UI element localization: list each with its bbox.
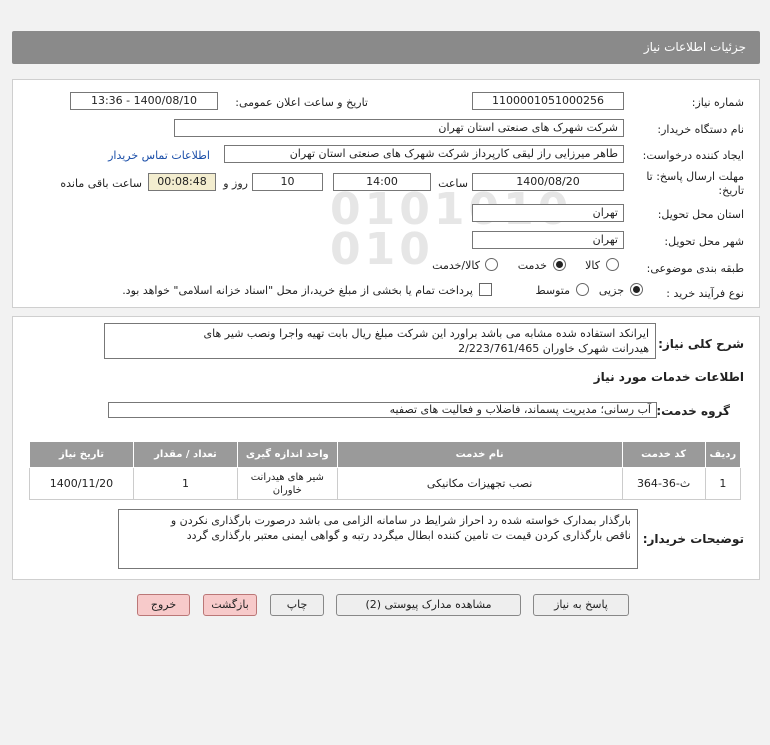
remaining-time-label: ساعت باقی مانده [60,177,142,190]
description-label: شرح کلی نیاز: [658,337,744,351]
category-goods-radio[interactable] [606,258,619,271]
deadline-time-field: 14:00 [333,173,431,191]
treasury-payment-checkbox[interactable] [479,283,492,296]
announce-field: 1400/08/10 - 13:36 [70,92,218,110]
need-number-label: شماره نیاز: [691,96,744,109]
buyer-notes-line-2: ناقص بارگذاری کردن قیمت ت تامین کننده اب… [186,529,631,542]
cell-date: 1400/11/20 [29,467,134,500]
page-header: جزئیات اطلاعات نیاز [12,31,760,64]
remaining-time-field: 00:08:48 [148,173,216,191]
process-medium-radio[interactable] [576,283,589,296]
service-group-label: گروه خدمت: [656,404,730,418]
description-line-2: هیدرانت شهرک خاوران 2/223/761/465 [458,342,649,355]
category-label: طبقه بندی موضوعی: [646,262,744,275]
buyer-org-label: نام دستگاه خریدار: [657,123,744,136]
province-label: استان محل تحویل: [657,208,744,221]
buyer-org-field: شرکت شهرک های صنعتی استان تهران [174,119,624,137]
cell-qty: 1 [132,467,238,500]
process-label: نوع فرآیند خرید : [666,287,744,300]
col-unit: واحد اندازه گیری [236,441,338,468]
process-minor-label: جزیی [598,284,624,297]
buyer-notes-line-1: بارگذار بمدارک خواسته شده رد احراز شرایط… [170,514,631,527]
back-button[interactable]: بازگشت [203,594,257,616]
col-name: نام خدمت [336,441,623,468]
col-date: تاریخ نیاز [29,441,134,468]
cell-unit: شیر های هیدرانت خاوران [236,467,338,500]
cell-code: ث-36-364 [621,467,706,500]
category-goods-service-radio[interactable] [485,258,498,271]
need-number-field: 1100001051000256 [472,92,624,110]
col-code: کد خدمت [621,441,706,468]
province-field: تهران [472,204,624,222]
table-header-row: ردیف کد خدمت نام خدمت واحد اندازه گیری ت… [29,441,742,468]
view-attachments-button[interactable]: مشاهده مدارک پیوستی (2) [336,594,521,616]
category-service-radio[interactable] [553,258,566,271]
deadline-label: مهلت ارسال پاسخ: تا [646,170,744,183]
service-group-field: آب رسانی؛ مدیریت پسماند، فاضلاب و فعالیت… [108,402,657,418]
description-box: ایرانکد استفاده شده مشابه می باشد براورد… [104,323,656,359]
category-service-label: خدمت [517,259,547,272]
days-label: روز و [223,177,248,190]
services-section-title: اطلاعات خدمات مورد نیاز [593,370,744,384]
col-qty: تعداد / مقدار [132,441,238,468]
category-goods-label: کالا [585,259,600,272]
col-row: ردیف [704,441,742,468]
cell-name: نصب تجهیزات مکانیکی [336,467,623,500]
buyer-notes-label: توضیحات خریدار: [642,532,744,546]
deadline-time-label: ساعت [438,177,468,190]
print-button[interactable]: چاپ [270,594,324,616]
buyer-notes-box: بارگذار بمدارک خواسته شده رد احراز شرایط… [118,509,638,569]
reply-button[interactable]: پاسخ به نیاز [533,594,629,616]
creator-label: ایجاد کننده درخواست: [642,149,744,162]
cell-row: 1 [704,467,742,500]
exit-button[interactable]: خروج [137,594,190,616]
treasury-payment-note: پرداخت تمام یا بخشی از مبلغ خرید،از محل … [122,284,473,297]
page-title: جزئیات اطلاعات نیاز [643,40,746,54]
contact-buyer-link[interactable]: اطلاعات تماس خریدار [108,149,210,162]
city-field: تهران [472,231,624,249]
city-label: شهر محل تحویل: [664,235,744,248]
days-field: 10 [252,173,323,191]
category-goods-service-label: کالا/خدمت [432,259,480,272]
creator-field: طاهر میرزایی راز لیقی کارپرداز شرکت شهرک… [224,145,624,163]
process-minor-radio[interactable] [630,283,643,296]
services-table: ردیف کد خدمت نام خدمت واحد اندازه گیری ت… [29,441,742,500]
deadline-date-field: 1400/08/20 [472,173,624,191]
description-line-1: ایرانکد استفاده شده مشابه می باشد براورد… [203,327,649,340]
announce-label: تاریخ و ساعت اعلان عمومی: [235,96,368,109]
process-medium-label: متوسط [535,284,570,297]
deadline-date-label: تاریخ: [718,184,744,197]
table-row: 1 ث-36-364 نصب تجهیزات مکانیکی شیر های ه… [29,467,742,500]
